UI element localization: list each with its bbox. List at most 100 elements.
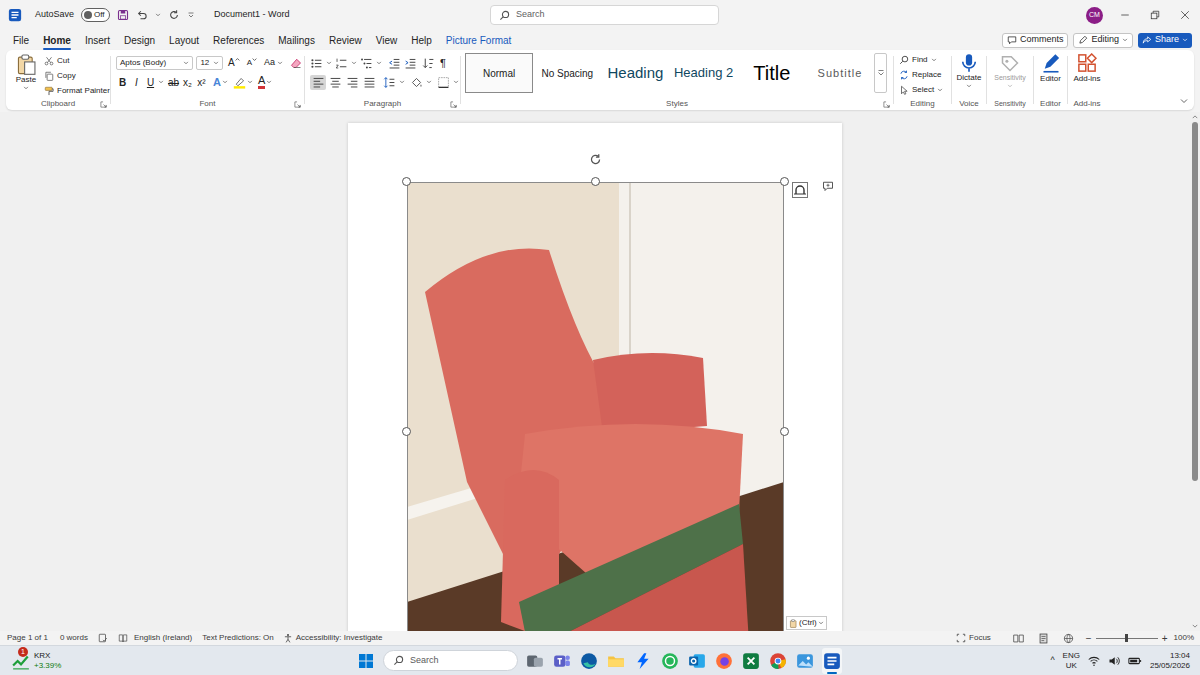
battery-icon[interactable] — [1128, 654, 1142, 668]
ribbon-tab[interactable]: Picture Format — [439, 30, 519, 50]
word-count[interactable]: 0 words — [60, 632, 88, 644]
paste-button[interactable]: Paste — [12, 53, 40, 91]
style-item[interactable]: Normal — [465, 53, 533, 93]
start-icon[interactable] — [356, 653, 376, 669]
page[interactable] — [348, 123, 842, 631]
rotate-handle-icon[interactable] — [589, 153, 602, 166]
style-item[interactable]: No Spacing — [533, 53, 601, 93]
increase-indent-icon[interactable] — [404, 57, 417, 70]
change-case-button[interactable]: Aa — [262, 56, 285, 70]
resize-handle[interactable] — [402, 427, 411, 436]
style-item[interactable]: Subtitle — [806, 53, 874, 93]
redo-icon[interactable] — [168, 9, 180, 21]
ribbon-tab[interactable]: Design — [117, 30, 162, 50]
taskbar-app[interactable] — [525, 648, 545, 674]
taskbar-search-input[interactable] — [410, 654, 508, 668]
zoom-out-button[interactable]: − — [1086, 631, 1092, 646]
ribbon-tab[interactable]: Home — [36, 30, 78, 50]
focus-icon[interactable] — [956, 633, 966, 643]
shading-icon[interactable] — [410, 76, 423, 89]
accessibility-status[interactable]: Accessibility: Investigate — [296, 632, 383, 644]
book-icon[interactable] — [118, 633, 128, 643]
tray-overflow-button[interactable]: ^ — [1050, 654, 1054, 668]
dropdown-icon[interactable] — [426, 79, 432, 85]
styles-more-button[interactable] — [874, 53, 887, 93]
accessibility-icon[interactable] — [283, 633, 293, 643]
taskbar-search[interactable] — [383, 650, 518, 671]
widgets-button[interactable]: 1 KRX +3.39% — [0, 651, 356, 671]
taskbar-app[interactable] — [660, 648, 680, 674]
taskbar-app[interactable] — [633, 648, 653, 674]
ribbon-tab[interactable]: Help — [404, 30, 439, 50]
proofing-icon[interactable] — [98, 633, 108, 643]
addins-button[interactable]: Add-ins — [1068, 50, 1106, 98]
zoom-in-button[interactable]: + — [1162, 631, 1168, 646]
italic-button[interactable]: I — [130, 75, 143, 89]
taskbar-app[interactable] — [714, 648, 734, 674]
autosave-toggle[interactable]: Off — [81, 8, 110, 22]
clock[interactable]: 13:04 25/05/2026 — [1150, 651, 1190, 671]
taskbar-app[interactable] — [606, 648, 626, 674]
dropdown-icon[interactable] — [158, 79, 164, 85]
print-layout-icon[interactable] — [1038, 633, 1049, 644]
align-justify-button[interactable] — [361, 75, 377, 90]
style-item[interactable]: Heading — [601, 53, 669, 93]
underline-button[interactable]: U — [144, 75, 157, 89]
resize-handle[interactable] — [591, 177, 600, 186]
page-count[interactable]: Page 1 of 1 — [7, 632, 48, 644]
taskbar-app[interactable] — [822, 648, 842, 674]
resize-handle[interactable] — [780, 427, 789, 436]
layout-options-icon[interactable] — [792, 182, 808, 198]
dialog-launcher-icon[interactable] — [100, 101, 107, 108]
select-button[interactable]: Select — [899, 82, 951, 97]
close-icon[interactable] — [1170, 0, 1200, 30]
bold-button[interactable]: B — [116, 75, 129, 89]
ribbon-tab[interactable]: View — [369, 30, 405, 50]
ribbon-tab[interactable]: Mailings — [271, 30, 322, 50]
font-name-box[interactable]: Aptos (Body) — [116, 56, 193, 70]
customize-icon[interactable] — [187, 11, 195, 19]
ribbon-tab[interactable]: Review — [322, 30, 369, 50]
text-effects-button[interactable]: A — [213, 74, 228, 91]
dialog-launcher-icon[interactable] — [294, 101, 301, 108]
wifi-icon[interactable] — [1088, 655, 1100, 667]
taskbar-app[interactable] — [795, 648, 815, 674]
ribbon-tab[interactable]: Insert — [78, 30, 117, 50]
search-input[interactable] — [516, 8, 710, 22]
style-item[interactable]: Heading 2 — [670, 53, 738, 93]
scroll-thumb[interactable] — [1192, 122, 1198, 481]
vertical-scrollbar[interactable] — [1190, 112, 1200, 631]
sub-button[interactable]: x₂ — [181, 75, 194, 89]
grow-font-button[interactable]: A — [226, 57, 242, 69]
taskbar-app[interactable] — [687, 648, 707, 674]
comments-button[interactable]: Comments — [1002, 33, 1069, 48]
bullets-icon[interactable] — [310, 57, 323, 70]
find-button[interactable]: Find — [899, 52, 951, 67]
web-layout-icon[interactable] — [1063, 633, 1074, 644]
numbering-icon[interactable] — [335, 57, 348, 70]
focus-button[interactable]: Focus — [969, 632, 991, 644]
restore-icon[interactable] — [1140, 0, 1170, 30]
ribbon-tab[interactable]: References — [206, 30, 271, 50]
format-painter-button[interactable]: Format Painter — [44, 83, 110, 98]
input-language[interactable]: ENG UK — [1063, 651, 1080, 671]
decrease-indent-icon[interactable] — [388, 57, 401, 70]
share-button[interactable]: Share — [1138, 33, 1192, 48]
dialog-launcher-icon[interactable] — [883, 101, 890, 108]
dropdown-icon[interactable] — [399, 79, 405, 85]
minimize-icon[interactable] — [1110, 0, 1140, 30]
text-predictions[interactable]: Text Predictions: On — [202, 632, 274, 644]
taskbar-app[interactable] — [579, 648, 599, 674]
style-item[interactable]: Title — [738, 53, 806, 93]
scroll-down-icon[interactable] — [1190, 621, 1200, 631]
search-box[interactable] — [490, 5, 719, 25]
editor-button[interactable]: Editor — [1034, 50, 1067, 98]
scroll-up-icon[interactable] — [1190, 112, 1200, 122]
replace-button[interactable]: Replace — [899, 67, 951, 82]
save-icon[interactable] — [117, 9, 129, 21]
align-right-button[interactable] — [344, 75, 360, 90]
editing-mode-button[interactable]: Editing — [1073, 33, 1133, 48]
copy-button[interactable]: Copy — [44, 68, 110, 83]
line-spacing-icon[interactable] — [383, 76, 396, 89]
read-mode-icon[interactable] — [1013, 633, 1024, 644]
